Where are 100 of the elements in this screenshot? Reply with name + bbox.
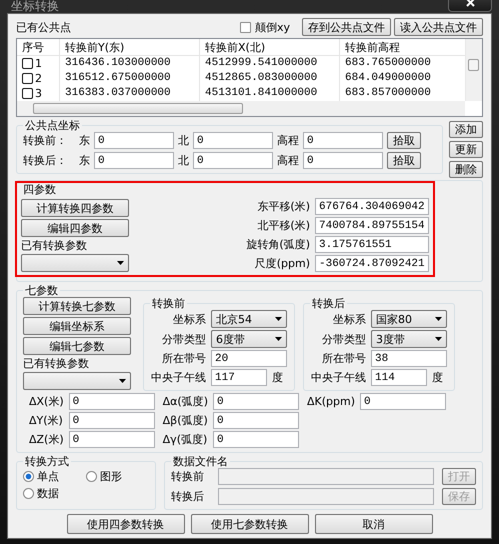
input-field[interactable]: 0 [68, 393, 155, 410]
field-label: 尺度(ppm) [254, 257, 310, 270]
section-label: 已有公共点 [16, 20, 71, 34]
field-label: 转换前 [171, 470, 205, 483]
vertical-scrollbar[interactable] [465, 39, 482, 101]
caret-icon [435, 337, 442, 341]
caret-icon [435, 317, 442, 321]
dropdown[interactable]: 国家80 [371, 310, 447, 328]
action-button[interactable]: 编辑四参数 [21, 219, 129, 237]
dropdown[interactable]: 北京54 [211, 310, 287, 328]
side-button[interactable]: 添加 [449, 121, 483, 138]
field-label: Δα(弧度) [162, 395, 208, 408]
window-title: 坐标转换 [10, 0, 59, 13]
caret-icon [117, 261, 124, 265]
field-label: ΔZ(米) [29, 433, 64, 446]
dialog-button[interactable]: 取消 [314, 514, 432, 534]
input-field[interactable]: 38 [371, 350, 447, 367]
input-field[interactable]: -360724.87092421 [315, 255, 429, 272]
input-field[interactable]: 0 [193, 152, 273, 169]
field-label: 旋转角(弧度) [246, 238, 310, 251]
group-title: 四参数 [22, 183, 57, 196]
dropdown[interactable] [21, 254, 129, 272]
field-label: Δβ(弧度) [162, 414, 208, 427]
field-label: 坐标系 [332, 312, 366, 326]
column-header[interactable]: 转换前X(北) [199, 39, 339, 55]
radio-button[interactable] [86, 471, 97, 482]
input-field[interactable]: 7400784.89755154 [315, 217, 429, 234]
row-number: 3 [35, 87, 42, 100]
group-title: 七参数 [24, 284, 59, 297]
group-title: 公共点坐标 [24, 119, 81, 132]
group-title: 转换方式 [24, 455, 70, 468]
radio-label: 数据 [37, 487, 59, 500]
input-field[interactable]: 0 [303, 152, 383, 169]
input-field[interactable]: 0 [213, 431, 300, 448]
field-label: 东 [79, 134, 90, 147]
field-label: 东平移(米) [256, 200, 310, 213]
action-button[interactable]: 计算转换四参数 [21, 199, 129, 217]
table-cell: 4512999.541000000 [199, 56, 339, 71]
field-label: 高程 [277, 154, 299, 167]
input-field[interactable]: 0 [193, 132, 273, 149]
column-header[interactable]: 转换前Y(东) [59, 39, 199, 55]
pick-button[interactable]: 拾取 [387, 132, 421, 149]
input-field[interactable]: 0 [68, 431, 155, 448]
file-button[interactable]: 存到公共点文件 [302, 18, 391, 36]
field-label: ΔX(米) [29, 395, 64, 408]
input-field[interactable]: 0 [94, 152, 174, 169]
row-checkbox[interactable] [22, 58, 33, 69]
file-button[interactable]: 读入公共点文件 [394, 18, 483, 36]
field-label: 转换后： [23, 154, 68, 167]
input-field[interactable]: 0 [213, 412, 300, 429]
input-field[interactable]: 20 [211, 350, 287, 367]
caret-icon [119, 379, 126, 383]
radio-label: 单点 [37, 470, 59, 483]
field-label: 转换后 [171, 490, 205, 503]
dialog-button[interactable]: 使用七参数转换 [190, 514, 308, 534]
row-checkbox[interactable] [22, 73, 33, 84]
checkbox[interactable] [240, 22, 251, 32]
field-label: 中央子午线 [310, 371, 366, 384]
row-number: 1 [35, 57, 42, 70]
input-field[interactable]: 117 [211, 369, 267, 386]
radio-button[interactable] [23, 471, 34, 482]
unit-label: 度 [272, 371, 283, 384]
action-button[interactable]: 编辑七参数 [23, 337, 131, 355]
dialog-button[interactable]: 使用四参数转换 [66, 514, 184, 534]
input-field[interactable]: 0 [68, 412, 155, 429]
field-label: 所在带号 [161, 352, 206, 365]
input-field[interactable]: 0 [360, 393, 446, 410]
input-field[interactable]: 0 [213, 393, 300, 410]
input-field[interactable]: 0 [303, 132, 383, 149]
field-label: 高程 [277, 134, 299, 147]
dropdown[interactable]: 3度带 [371, 330, 447, 348]
field-label: 北平移(米) [256, 219, 310, 232]
input-field[interactable]: 676764.304069042 [315, 198, 429, 215]
pick-button[interactable]: 拾取 [387, 152, 421, 169]
side-button[interactable]: 更新 [449, 141, 483, 158]
caret-icon [275, 337, 282, 341]
radio-button[interactable] [23, 488, 34, 499]
caret-icon [275, 317, 282, 321]
input-field[interactable]: 114 [371, 369, 427, 386]
field-label: ΔY(米) [29, 414, 64, 427]
field-label: 中央子午线 [150, 371, 206, 384]
action-button[interactable]: 计算转换七参数 [23, 297, 131, 315]
row-checkbox[interactable] [22, 88, 33, 99]
field-label: 所在带号 [321, 352, 366, 365]
horizontal-scrollbar[interactable] [17, 101, 465, 116]
dropdown[interactable]: 6度带 [211, 330, 287, 348]
group-title: 数据文件名 [172, 455, 229, 468]
field-label: Δγ(弧度) [162, 433, 208, 446]
column-header[interactable]: 序号 [17, 39, 59, 55]
field-label: 坐标系 [172, 312, 206, 326]
close-icon [466, 0, 474, 6]
input-field[interactable]: 3.175761551 [315, 236, 429, 253]
side-button[interactable]: 删除 [449, 161, 483, 178]
group-title: 转换前 [151, 297, 186, 310]
radio-label: 图形 [100, 470, 122, 483]
field-label: 东 [79, 154, 90, 167]
action-button[interactable]: 编辑坐标系 [23, 317, 131, 335]
input-field[interactable]: 0 [94, 132, 174, 149]
dropdown[interactable] [23, 372, 131, 390]
field-label: 已有转换参数 [21, 239, 88, 252]
